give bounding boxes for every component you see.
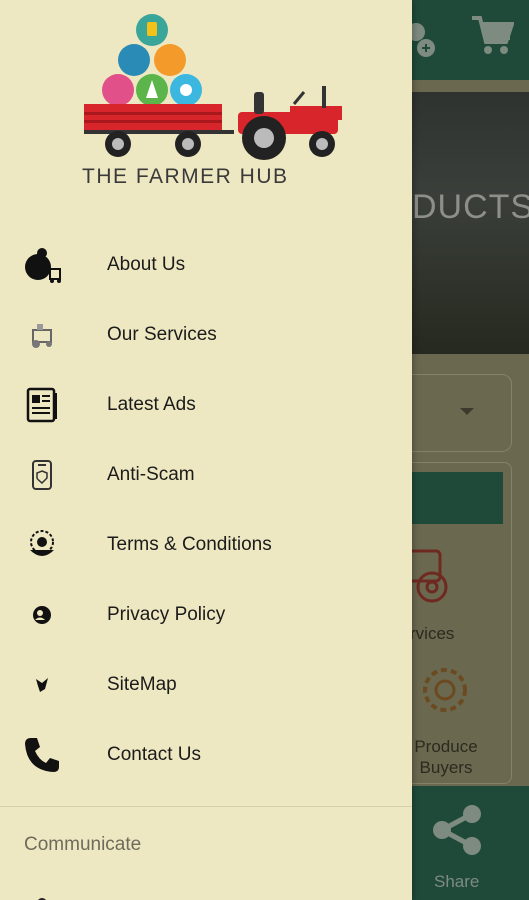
chevron-down-icon [460, 408, 474, 415]
phone-shield-icon [22, 455, 62, 495]
hero-title: DUCTS [412, 188, 529, 226]
partial-menu-icon [30, 890, 54, 900]
share-label[interactable]: Share [434, 872, 479, 892]
menu-item-contact-us[interactable]: Contact Us [0, 720, 412, 790]
menu-label-terms-conditions: Terms & Conditions [107, 534, 272, 555]
menu-label-our-services: Our Services [107, 324, 217, 345]
produce-buyers-label: Produce Buyers [414, 737, 478, 777]
farmer-icon [22, 245, 62, 285]
menu-item-our-services[interactable]: Our Services [0, 300, 412, 370]
phone-icon [22, 735, 62, 775]
navigation-drawer: THE FARMER HUB About Us Our Services Lat… [0, 0, 412, 900]
menu-label-privacy-policy: Privacy Policy [107, 604, 226, 625]
menu-label-contact-us: Contact Us [107, 744, 201, 765]
privacy-icon [22, 595, 62, 635]
sitemap-icon [22, 665, 62, 705]
menu-item-anti-scam[interactable]: Anti-Scam [0, 440, 412, 510]
services-label: rvices [410, 624, 455, 643]
cart-icon[interactable] [470, 14, 515, 63]
menu-item-terms-conditions[interactable]: Terms & Conditions [0, 510, 412, 580]
produce-buyers-icon[interactable] [415, 660, 475, 725]
menu-label-anti-scam: Anti-Scam [107, 464, 195, 485]
menu-item-privacy-policy[interactable]: Privacy Policy [0, 580, 412, 650]
communicate-section-title: Communicate [24, 834, 142, 855]
menu-label-sitemap: SiteMap [107, 674, 177, 695]
share-icon[interactable] [428, 800, 488, 865]
menu-label-latest-ads: Latest Ads [107, 394, 196, 415]
menu-item-latest-ads[interactable]: Latest Ads [0, 370, 412, 440]
section-divider [0, 806, 412, 807]
handshake-globe-icon [22, 525, 62, 565]
menu-item-about-us[interactable]: About Us [0, 230, 412, 300]
menu-item-sitemap[interactable]: SiteMap [0, 650, 412, 720]
brand-name: THE FARMER HUB [82, 165, 289, 188]
menu-label-about-us: About Us [107, 254, 186, 275]
newspaper-icon [22, 385, 62, 425]
tractor-service-icon [22, 315, 62, 355]
